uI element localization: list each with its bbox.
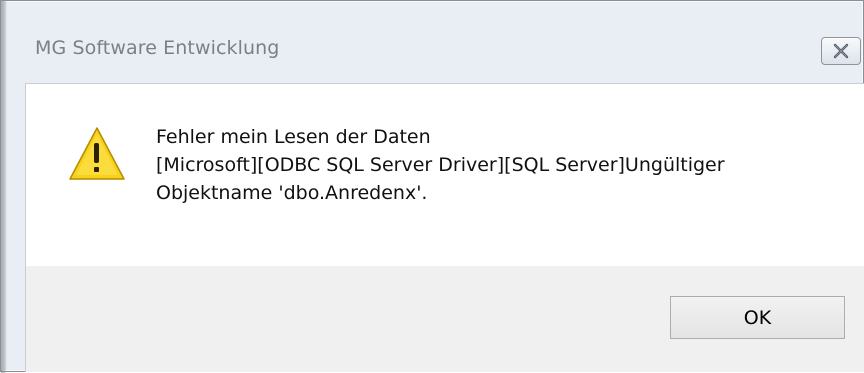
window-edge [1,1,7,373]
title-bar[interactable]: MG Software Entwicklung [9,11,861,75]
message-area: Fehler mein Lesen der Daten [Microsoft][… [26,84,864,266]
ok-button[interactable]: OK [670,296,845,339]
error-message: Fehler mein Lesen der Daten [Microsoft][… [156,123,836,207]
close-button[interactable] [821,37,861,65]
dialog-window: MG Software Entwicklung Fehler mein Lese… [0,0,864,373]
warning-icon [69,127,125,180]
message-line: [Microsoft][ODBC SQL Server Driver][SQL … [156,154,725,176]
button-bar: OK [26,266,864,372]
dialog-content: Fehler mein Lesen der Daten [Microsoft][… [25,83,864,372]
message-line: Fehler mein Lesen der Daten [156,126,431,148]
window-title: MG Software Entwicklung [35,37,280,59]
message-line: Objektname 'dbo.Anredenx'. [156,182,428,204]
close-icon [833,43,849,59]
